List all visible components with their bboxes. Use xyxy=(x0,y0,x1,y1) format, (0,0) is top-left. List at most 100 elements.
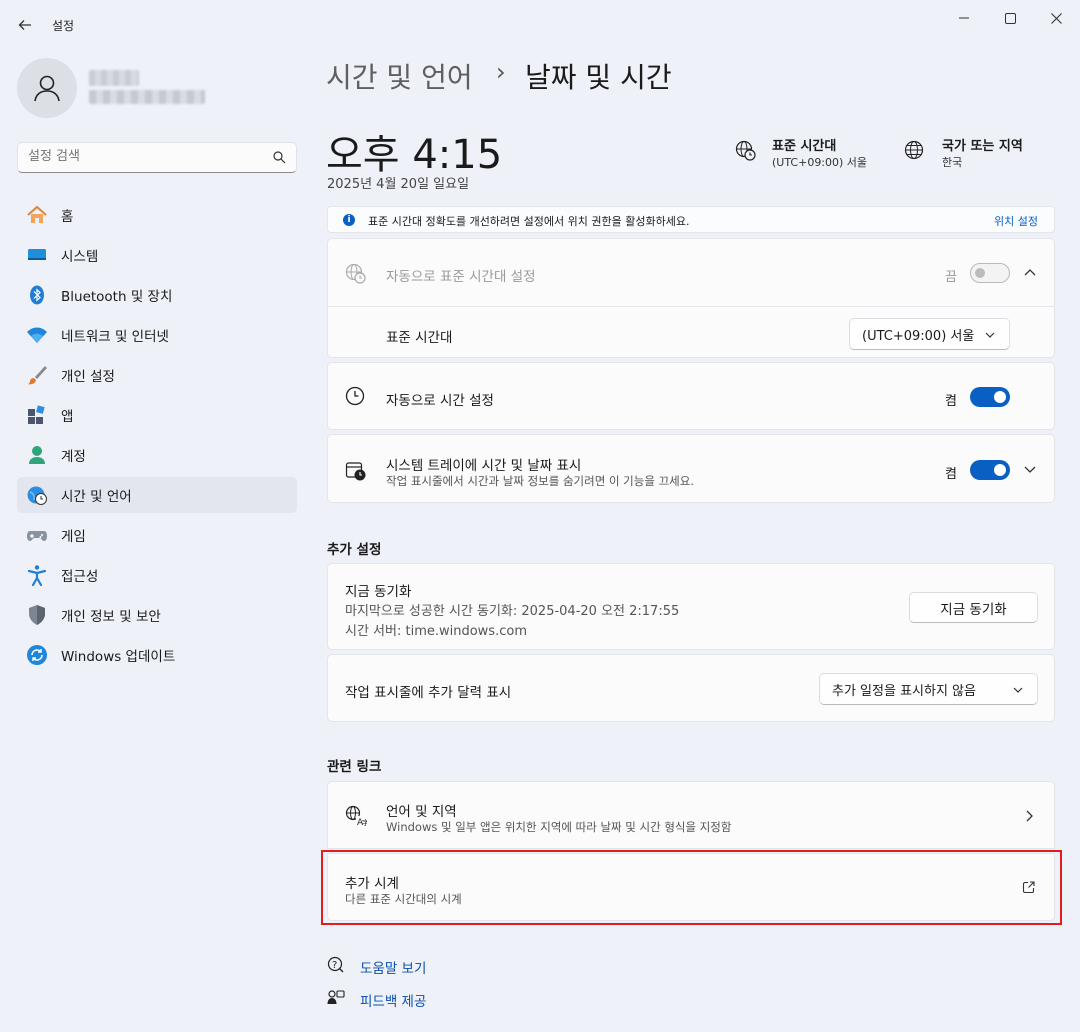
minimize-icon xyxy=(959,17,969,19)
chevron-down-icon xyxy=(985,332,995,338)
back-arrow-icon xyxy=(18,20,31,30)
language-region-title: 언어 및 지역 xyxy=(386,804,457,820)
calendar-clock-icon xyxy=(345,462,366,481)
sidebar-item-windows-update[interactable]: Windows 업데이트 xyxy=(17,637,297,673)
chevron-down-icon xyxy=(1013,687,1023,693)
chevron-down-icon[interactable] xyxy=(1024,466,1036,474)
timezone-row-label: 표준 시간대 xyxy=(386,330,453,346)
calendar-dropdown[interactable]: 추가 일정을 표시하지 않음 xyxy=(819,673,1038,705)
auto-time-state: 켬 xyxy=(945,394,957,409)
timezone-globe-clock-icon xyxy=(345,263,366,284)
location-info-bar: i 표준 시간대 정확도를 개선하려면 설정에서 위치 권한을 활성화하세요. … xyxy=(327,206,1055,233)
page-title: 날짜 및 시간 xyxy=(525,61,672,94)
auto-time-card: 자동으로 시간 설정 켬 xyxy=(327,362,1055,430)
language-region-description: Windows 및 일부 앱은 위치한 지역에 따라 날짜 및 시간 형식을 지… xyxy=(386,820,732,834)
home-icon xyxy=(26,204,48,226)
chevron-right-icon xyxy=(1026,810,1033,822)
update-icon xyxy=(26,644,48,666)
calendar-dropdown-value: 추가 일정을 표시하지 않음 xyxy=(832,683,976,699)
region-summary-title: 국가 또는 지역 xyxy=(942,139,1023,154)
timezone-dropdown-value: (UTC+09:00) 서울 xyxy=(862,328,975,344)
give-feedback-link[interactable]: 피드백 제공 xyxy=(360,990,426,1010)
tray-time-description: 작업 표시줄에서 시간과 날짜 정보를 숨기려면 이 기능을 끄세요. xyxy=(386,474,694,488)
sidebar-item-home[interactable]: 홈 xyxy=(17,197,297,233)
region-summary-value: 한국 xyxy=(942,156,963,169)
wifi-icon xyxy=(26,324,48,346)
close-icon xyxy=(1050,12,1062,24)
sidebar-item-label: 앱 xyxy=(61,409,74,425)
language-region-link[interactable]: A字 언어 및 지역 Windows 및 일부 앱은 위치한 지역에 따라 날짜… xyxy=(327,781,1055,849)
title-bar: 설정 xyxy=(0,0,1080,46)
sidebar-item-label: 계정 xyxy=(61,449,86,465)
apps-icon xyxy=(26,404,48,426)
sidebar-item-apps[interactable]: 앱 xyxy=(17,397,297,433)
user-email-redacted xyxy=(89,90,205,104)
tray-time-toggle[interactable] xyxy=(970,460,1010,480)
search-input[interactable] xyxy=(28,149,258,164)
sidebar-item-label: Windows 업데이트 xyxy=(61,649,176,665)
sync-title: 지금 동기화 xyxy=(345,584,412,600)
sidebar-item-privacy[interactable]: 개인 정보 및 보안 xyxy=(17,597,297,633)
auto-timezone-card: 자동으로 표준 시간대 설정 끔 표준 시간대 (UTC+09:00) 서울 xyxy=(327,238,1055,358)
info-bar-text: 표준 시간대 정확도를 개선하려면 설정에서 위치 권한을 활성화하세요. xyxy=(368,215,690,228)
sidebar-item-label: 개인 설정 xyxy=(61,369,115,385)
clock-icon xyxy=(345,386,365,406)
divider xyxy=(328,306,1054,307)
timezone-dropdown[interactable]: (UTC+09:00) 서울 xyxy=(849,318,1010,350)
gamepad-icon xyxy=(26,524,48,546)
sidebar-item-time-language[interactable]: 시간 및 언어 xyxy=(17,477,297,513)
sidebar-item-label: 시스템 xyxy=(61,249,99,265)
calendar-label: 작업 표시줄에 추가 달력 표시 xyxy=(345,685,512,701)
brush-icon xyxy=(26,364,48,386)
related-links-heading: 관련 링크 xyxy=(327,759,382,775)
minimize-button[interactable] xyxy=(941,6,987,30)
location-settings-link[interactable]: 위치 설정 xyxy=(994,213,1038,229)
tray-time-state: 켬 xyxy=(945,467,957,482)
auto-timezone-toggle[interactable] xyxy=(970,263,1010,283)
time-language-icon xyxy=(26,484,48,506)
shield-icon xyxy=(26,604,48,626)
last-sync-text: 마지막으로 성공한 시간 동기화: 2025-04-20 오전 2:17:55 xyxy=(345,604,680,619)
close-button[interactable] xyxy=(1033,6,1079,30)
maximize-icon xyxy=(1004,12,1016,24)
sidebar-item-personalization[interactable]: 개인 설정 xyxy=(17,357,297,393)
sidebar-item-label: 게임 xyxy=(61,529,86,545)
app-title: 설정 xyxy=(52,19,75,33)
breadcrumb-separator: › xyxy=(496,58,506,86)
additional-settings-heading: 추가 설정 xyxy=(327,542,382,558)
sidebar-item-network[interactable]: 네트워크 및 인터넷 xyxy=(17,317,297,353)
breadcrumb-parent[interactable]: 시간 및 언어 xyxy=(326,56,473,96)
calendar-card: 작업 표시줄에 추가 달력 표시 추가 일정을 표시하지 않음 xyxy=(327,654,1055,722)
accessibility-icon xyxy=(26,564,48,586)
sidebar-item-accessibility[interactable]: 접근성 xyxy=(17,557,297,593)
info-icon: i xyxy=(343,214,355,226)
time-server-text: 시간 서버: time.windows.com xyxy=(345,624,527,639)
search-icon[interactable] xyxy=(273,151,286,164)
globe-icon xyxy=(904,140,924,160)
user-icon xyxy=(34,75,60,102)
sync-card: 지금 동기화 마지막으로 성공한 시간 동기화: 2025-04-20 오전 2… xyxy=(327,563,1055,650)
sidebar-item-label: 접근성 xyxy=(61,569,99,585)
highlight-box xyxy=(321,850,1062,925)
sidebar-item-system[interactable]: 시스템 xyxy=(17,237,297,273)
sync-now-button[interactable]: 지금 동기화 xyxy=(909,592,1038,623)
help-icon: ? xyxy=(327,956,344,973)
feedback-icon xyxy=(327,990,345,1004)
get-help-link[interactable]: 도움말 보기 xyxy=(360,957,426,977)
auto-timezone-label: 자동으로 표준 시간대 설정 xyxy=(386,269,536,285)
sidebar-item-label: 네트워크 및 인터넷 xyxy=(61,329,169,345)
sidebar-item-gaming[interactable]: 게임 xyxy=(17,517,297,553)
maximize-button[interactable] xyxy=(987,6,1033,30)
avatar[interactable] xyxy=(17,58,77,118)
system-icon xyxy=(26,244,48,266)
sidebar-item-bluetooth[interactable]: Bluetooth 및 장치 xyxy=(17,277,297,313)
auto-time-toggle[interactable] xyxy=(970,387,1010,407)
tray-time-card: 시스템 트레이에 시간 및 날짜 표시 작업 표시줄에서 시간과 날짜 정보를 … xyxy=(327,434,1055,503)
current-date: 2025년 4월 20일 일요일 xyxy=(327,177,470,192)
timezone-summary-value: (UTC+09:00) 서울 xyxy=(772,156,868,169)
back-button[interactable] xyxy=(12,12,38,38)
sidebar-item-accounts[interactable]: 계정 xyxy=(17,437,297,473)
chevron-up-icon[interactable] xyxy=(1024,268,1036,276)
current-time: 오후 4:15 xyxy=(326,132,503,178)
search-box[interactable] xyxy=(17,142,297,173)
